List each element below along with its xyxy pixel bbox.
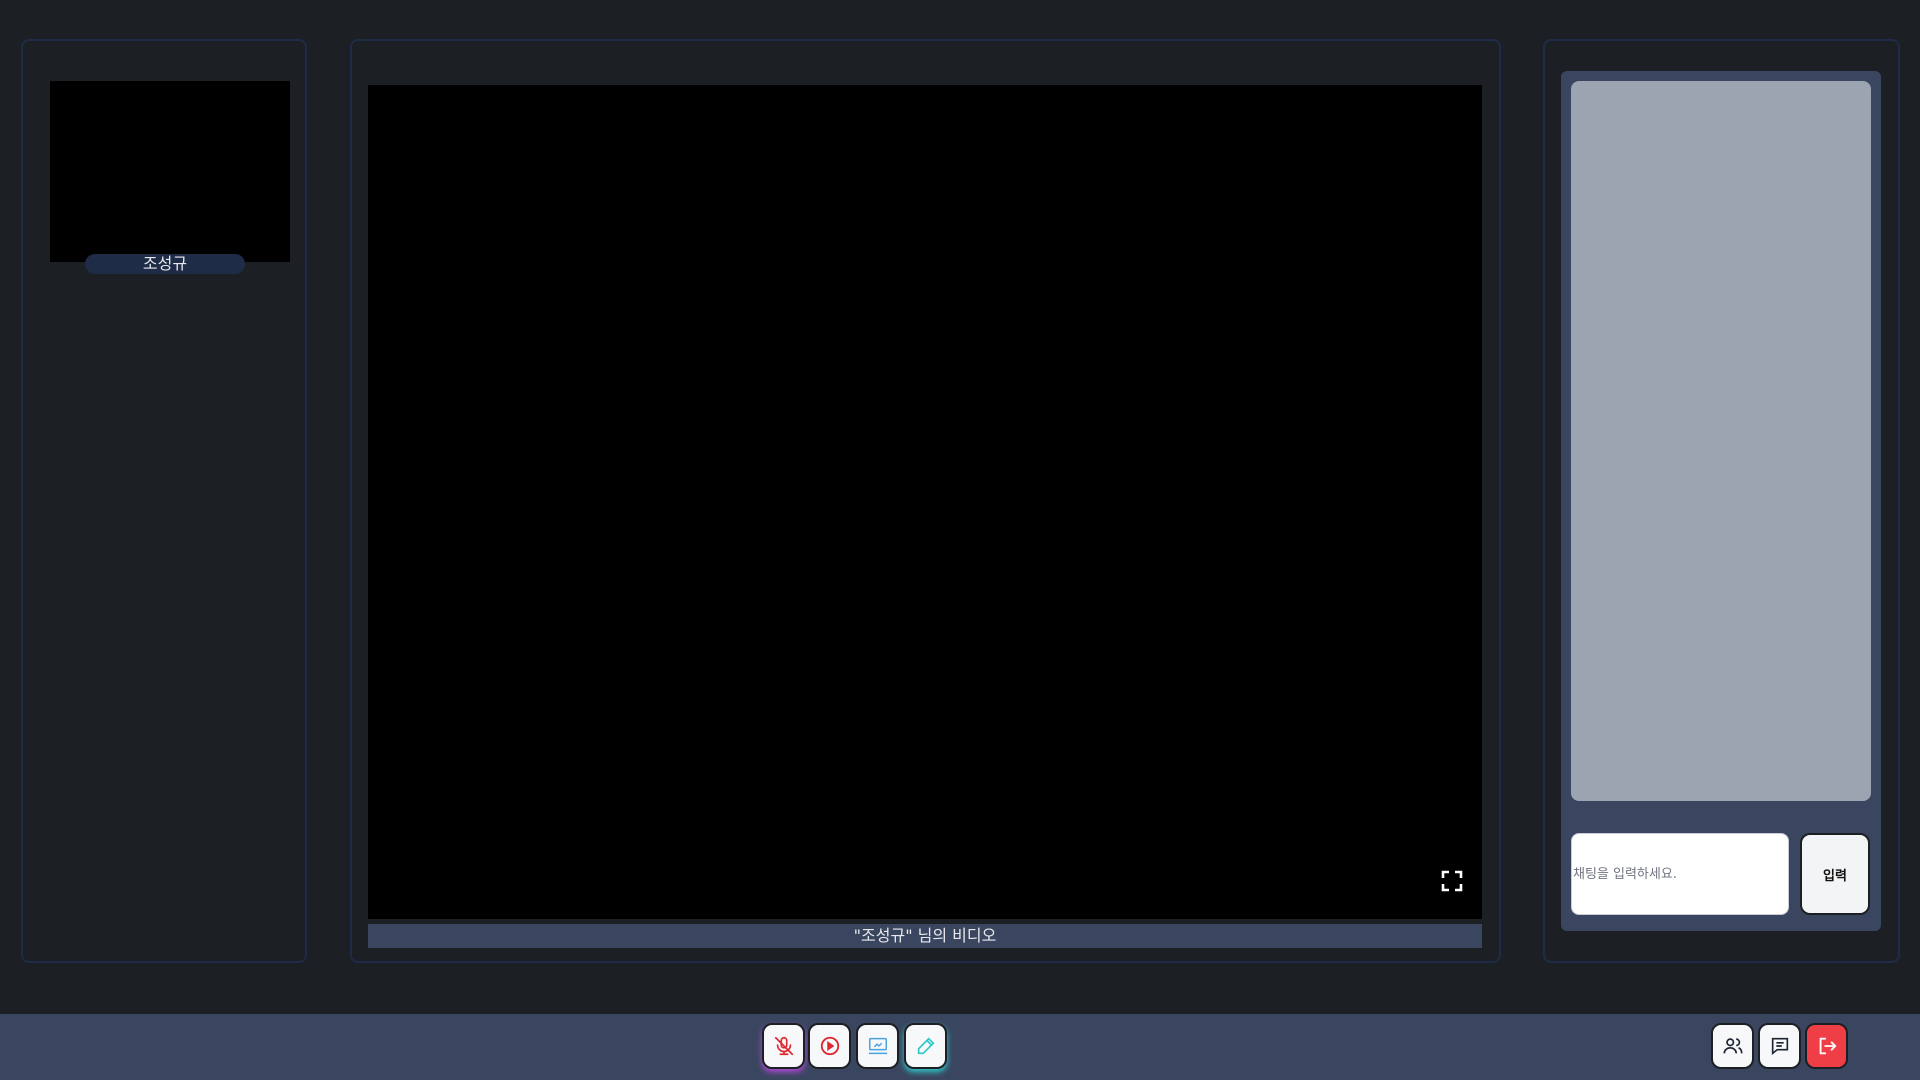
main-video-caption: "조성규" 님의 비디오 bbox=[368, 924, 1482, 948]
fullscreen-icon[interactable] bbox=[1440, 869, 1464, 893]
chat-icon bbox=[1771, 1037, 1788, 1056]
video-toggle-button[interactable] bbox=[808, 1023, 851, 1069]
screen-share-button[interactable] bbox=[856, 1023, 899, 1069]
chat-input[interactable] bbox=[1571, 833, 1789, 915]
participant-panel: 조성규 bbox=[21, 39, 307, 963]
chat-button[interactable] bbox=[1758, 1023, 1801, 1069]
mic-toggle-button[interactable] bbox=[762, 1023, 805, 1069]
chat-container: 입력 bbox=[1561, 71, 1881, 931]
participant-name-label: 조성규 bbox=[85, 254, 245, 274]
main-video[interactable] bbox=[368, 85, 1482, 919]
bottom-toolbar bbox=[0, 1014, 1920, 1080]
chat-messages-area[interactable] bbox=[1571, 81, 1871, 801]
participants-button[interactable] bbox=[1711, 1023, 1754, 1069]
users-icon bbox=[1722, 1038, 1743, 1054]
pencil-icon bbox=[917, 1037, 935, 1055]
whiteboard-button[interactable] bbox=[904, 1023, 947, 1069]
chat-send-button[interactable]: 입력 bbox=[1800, 833, 1870, 915]
screen-share-icon bbox=[868, 1037, 887, 1055]
chat-panel: 입력 bbox=[1543, 39, 1900, 963]
exit-icon bbox=[1819, 1037, 1837, 1055]
main-video-panel: "조성규" 님의 비디오 bbox=[350, 39, 1501, 963]
participant-video-thumbnail[interactable] bbox=[50, 81, 290, 262]
leave-button[interactable] bbox=[1805, 1023, 1848, 1069]
play-circle-icon bbox=[820, 1036, 839, 1056]
mic-off-icon bbox=[774, 1036, 793, 1056]
